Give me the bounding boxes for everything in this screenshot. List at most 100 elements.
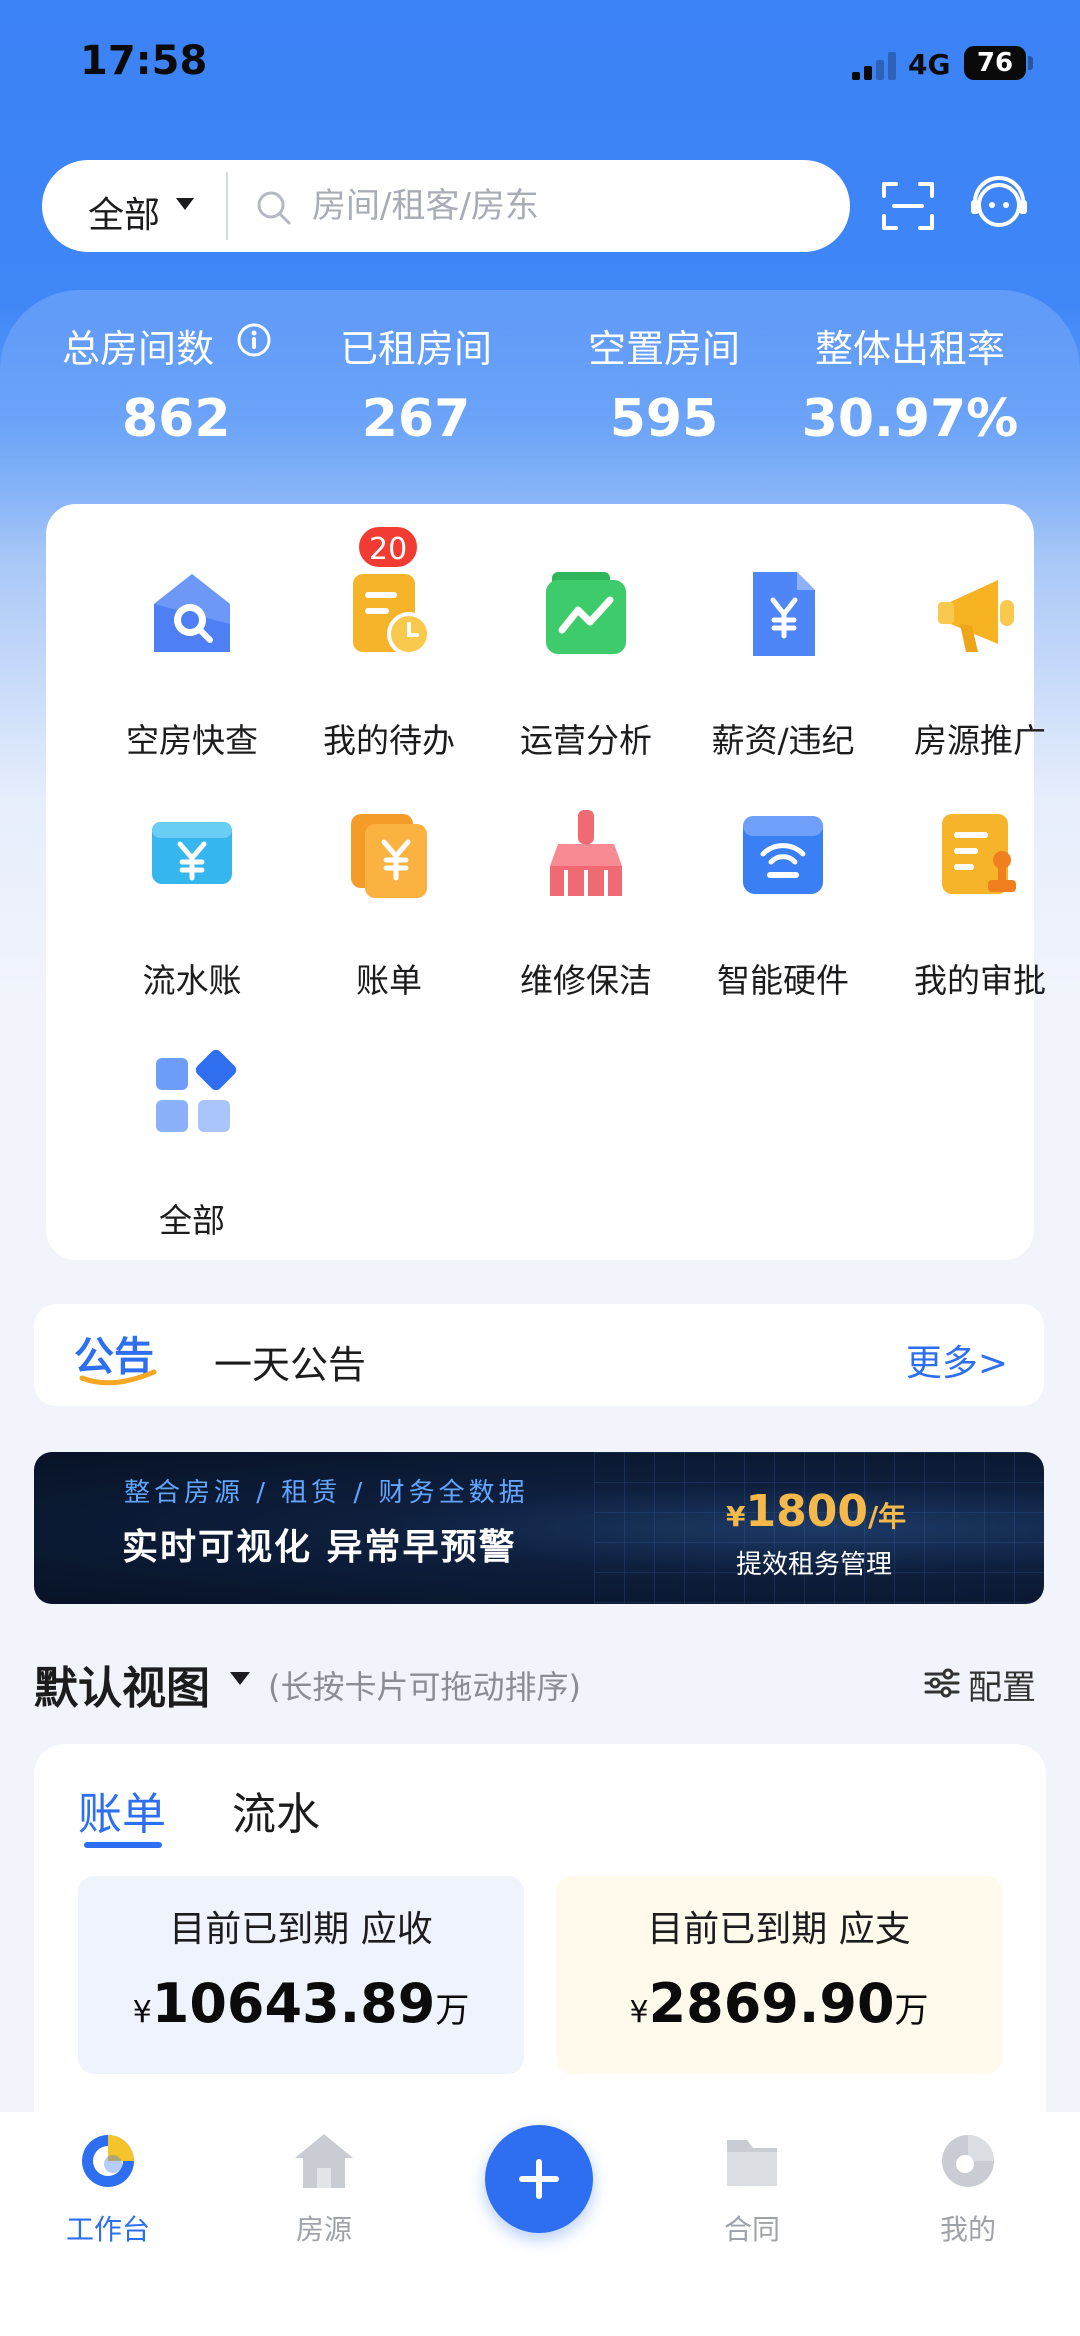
banner-price-value: 1800 xyxy=(745,1486,868,1537)
banner-subtitle: 提效租务管理 xyxy=(736,1550,893,1580)
view-hint: (长按卡片可拖动排序) xyxy=(268,1668,581,1706)
network-type: 4G xyxy=(908,48,951,81)
menu-item-label: 维修保洁 xyxy=(520,961,652,1000)
caret-down-icon xyxy=(176,198,194,210)
broom-icon xyxy=(550,810,622,896)
tab-bill[interactable]: 账单 xyxy=(78,1778,166,1842)
nav-label: 合同 xyxy=(723,2213,780,2246)
menu-item-my-approval[interactable]: 我的审批 xyxy=(882,768,1078,1000)
stat-label: 已租房间 xyxy=(339,327,492,371)
payable-summary[interactable]: 目前已到期 应支 ¥2869.90万 xyxy=(556,1876,1002,2074)
nav-workbench[interactable]: 工作台 xyxy=(28,2112,188,2262)
menu-item-label: 空房快查 xyxy=(126,721,258,760)
stat-rented-rooms[interactable]: 已租房间 267 xyxy=(296,318,536,449)
nav-label: 工作台 xyxy=(65,2213,150,2246)
payable-value: 2869.90 xyxy=(648,1972,895,2035)
stat-label: 整体出租率 xyxy=(814,327,1005,371)
nav-contracts[interactable]: 合同 xyxy=(672,2112,832,2262)
announcement-logo: 公告 xyxy=(74,1334,157,1386)
house-icon xyxy=(295,2134,353,2188)
currency-symbol: ¥ xyxy=(132,1995,152,2030)
house-search-icon xyxy=(154,574,230,652)
contract-folder-icon xyxy=(727,2140,777,2186)
amount-unit: 万 xyxy=(894,1991,929,2031)
receivable-amount: ¥10643.89万 xyxy=(78,1972,524,2035)
receivable-title: 目前已到期 应收 xyxy=(169,1909,433,1950)
nav-profile[interactable]: 我的 xyxy=(888,2112,1048,2262)
config-label: 配置 xyxy=(968,1668,1036,1708)
stat-vacant-rooms[interactable]: 空置房间 595 xyxy=(544,318,784,449)
search-icon xyxy=(257,191,291,225)
menu-item-operation-analysis[interactable]: 运营分析 xyxy=(488,528,684,760)
quick-menu-card: 空房快查 我的待办 运营分析 薪资/违纪 房源推广 流水账 账单 维修保洁 智能… xyxy=(46,504,1046,1260)
menu-item-label: 房源推广 xyxy=(914,721,1046,760)
nav-label: 我的 xyxy=(939,2213,996,2246)
menu-item-cash-flow[interactable]: 流水账 xyxy=(94,768,290,1000)
view-selector[interactable]: 默认视图 xyxy=(34,1652,210,1716)
notice-more-link[interactable]: 更多> xyxy=(906,1334,1008,1386)
menu-item-label: 运营分析 xyxy=(520,721,652,760)
notice-text: 一天公告 xyxy=(214,1343,367,1387)
todo-clock-icon xyxy=(353,574,431,656)
menu-item-salary-discipline[interactable]: 薪资/违纪 xyxy=(685,528,881,760)
menu-item-vacant-lookup[interactable]: 空房快查 xyxy=(94,528,290,760)
all-apps-icon xyxy=(156,1049,237,1132)
approval-icon xyxy=(942,814,1016,894)
battery-tip xyxy=(1028,56,1033,70)
menu-item-label: 账单 xyxy=(356,961,422,1000)
megaphone-icon xyxy=(938,580,1014,652)
search-divider xyxy=(226,172,228,240)
smart-hardware-icon xyxy=(743,816,823,894)
notice-bar[interactable]: 公告 一天公告 更多> xyxy=(34,1304,1044,1406)
stat-label: 空置房间 xyxy=(587,327,740,371)
menu-item-label: 薪资/违纪 xyxy=(711,721,855,760)
promo-banner[interactable]: 整合房源 / 租赁 / 财务全数据 实时可视化 异常早预警 ¥1800/年 提效… xyxy=(34,1452,1044,1604)
nav-listings[interactable]: 房源 xyxy=(244,2112,404,2262)
stat-total-rooms[interactable]: 总房间数 862 xyxy=(34,318,254,449)
menu-item-label: 我的待办 xyxy=(323,721,455,760)
stat-value: 267 xyxy=(361,389,471,449)
menu-item-label: 智能硬件 xyxy=(717,961,849,1000)
todo-count-badge: 20 xyxy=(356,524,421,570)
caret-down-icon[interactable] xyxy=(230,1672,250,1685)
menu-item-repair-cleaning[interactable]: 维修保洁 xyxy=(488,768,684,1000)
battery-icon: 76 xyxy=(964,46,1026,80)
nav-label: 房源 xyxy=(295,2213,352,2246)
currency-symbol: ¥ xyxy=(629,1995,649,2030)
info-icon[interactable] xyxy=(236,322,272,358)
menu-item-all[interactable]: 全部 xyxy=(94,1008,290,1240)
banner-headline: 实时可视化 异常早预警 xyxy=(122,1527,517,1568)
search-input[interactable] xyxy=(312,176,822,236)
banner-price-unit: /年 xyxy=(867,1500,907,1533)
receivable-value: 10643.89 xyxy=(151,1972,436,2035)
menu-item-bill[interactable]: 账单 xyxy=(291,768,487,1000)
workbench-icon xyxy=(82,2135,134,2187)
banner-tagline: 整合房源 / 租赁 / 财务全数据 xyxy=(124,1478,529,1508)
menu-item-smart-hardware[interactable]: 智能硬件 xyxy=(685,768,881,1000)
status-bar: 17:58 4G 76 xyxy=(0,0,1080,130)
cash-flow-icon xyxy=(152,822,232,884)
banner-price-currency: ¥ xyxy=(726,1500,746,1533)
stat-occupancy-rate[interactable]: 整体出租率 30.97% xyxy=(790,318,1030,449)
trend-chart-icon xyxy=(546,572,626,654)
amount-unit: 万 xyxy=(435,1991,470,2031)
tab-underline xyxy=(84,1842,162,1848)
search-bar: 全部 xyxy=(42,160,850,252)
stat-value: 862 xyxy=(122,389,231,449)
payable-title: 目前已到期 应支 xyxy=(647,1909,911,1950)
tab-cash-flow[interactable]: 流水 xyxy=(232,1778,320,1842)
payable-amount: ¥2869.90万 xyxy=(556,1972,1002,2035)
status-time: 17:58 xyxy=(80,38,208,84)
salary-document-icon xyxy=(753,572,815,656)
add-button[interactable] xyxy=(485,2125,593,2233)
signal-icon xyxy=(852,52,896,80)
menu-item-label: 我的审批 xyxy=(914,961,1046,1000)
search-scope-dropdown[interactable]: 全部 xyxy=(88,186,160,238)
receivable-summary[interactable]: 目前已到期 应收 ¥10643.89万 xyxy=(78,1876,524,2074)
menu-item-listing-promotion[interactable]: 房源推广 xyxy=(882,528,1078,760)
scan-icon[interactable] xyxy=(878,176,938,236)
profile-icon xyxy=(942,2135,994,2187)
svg-text:公告: 公告 xyxy=(74,1334,154,1380)
bill-card: 账单 流水 目前已到期 应收 ¥10643.89万 目前已到期 应支 ¥2869… xyxy=(34,1744,1046,2164)
customer-service-icon[interactable] xyxy=(966,172,1032,238)
